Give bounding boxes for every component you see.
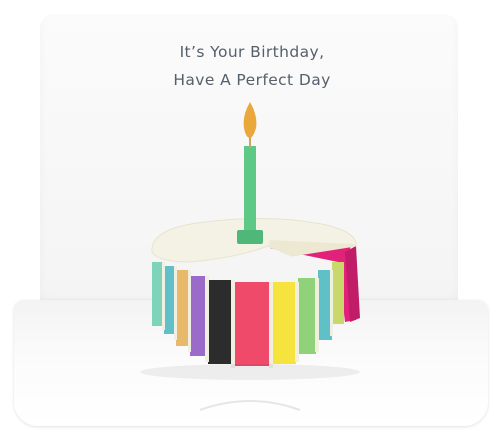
birthday-card-scene: It’s Your Birthday, Have A Perfect Day xyxy=(0,0,500,432)
card-thumb-notch xyxy=(199,400,301,411)
cake-stripe-icon xyxy=(298,278,316,354)
flame-icon xyxy=(243,102,257,138)
cake-stripe-icon xyxy=(190,276,206,356)
cake-stripe-icon xyxy=(318,270,332,340)
cake-stripe-icon xyxy=(234,282,270,366)
candle-icon xyxy=(244,146,256,238)
cake-stripe-icon xyxy=(176,270,190,346)
popup-cake-illustration xyxy=(140,102,360,411)
cake-stripe-icon xyxy=(332,262,344,324)
cake-stripe-icon xyxy=(272,282,296,364)
cake-stripe-icon xyxy=(208,280,232,364)
